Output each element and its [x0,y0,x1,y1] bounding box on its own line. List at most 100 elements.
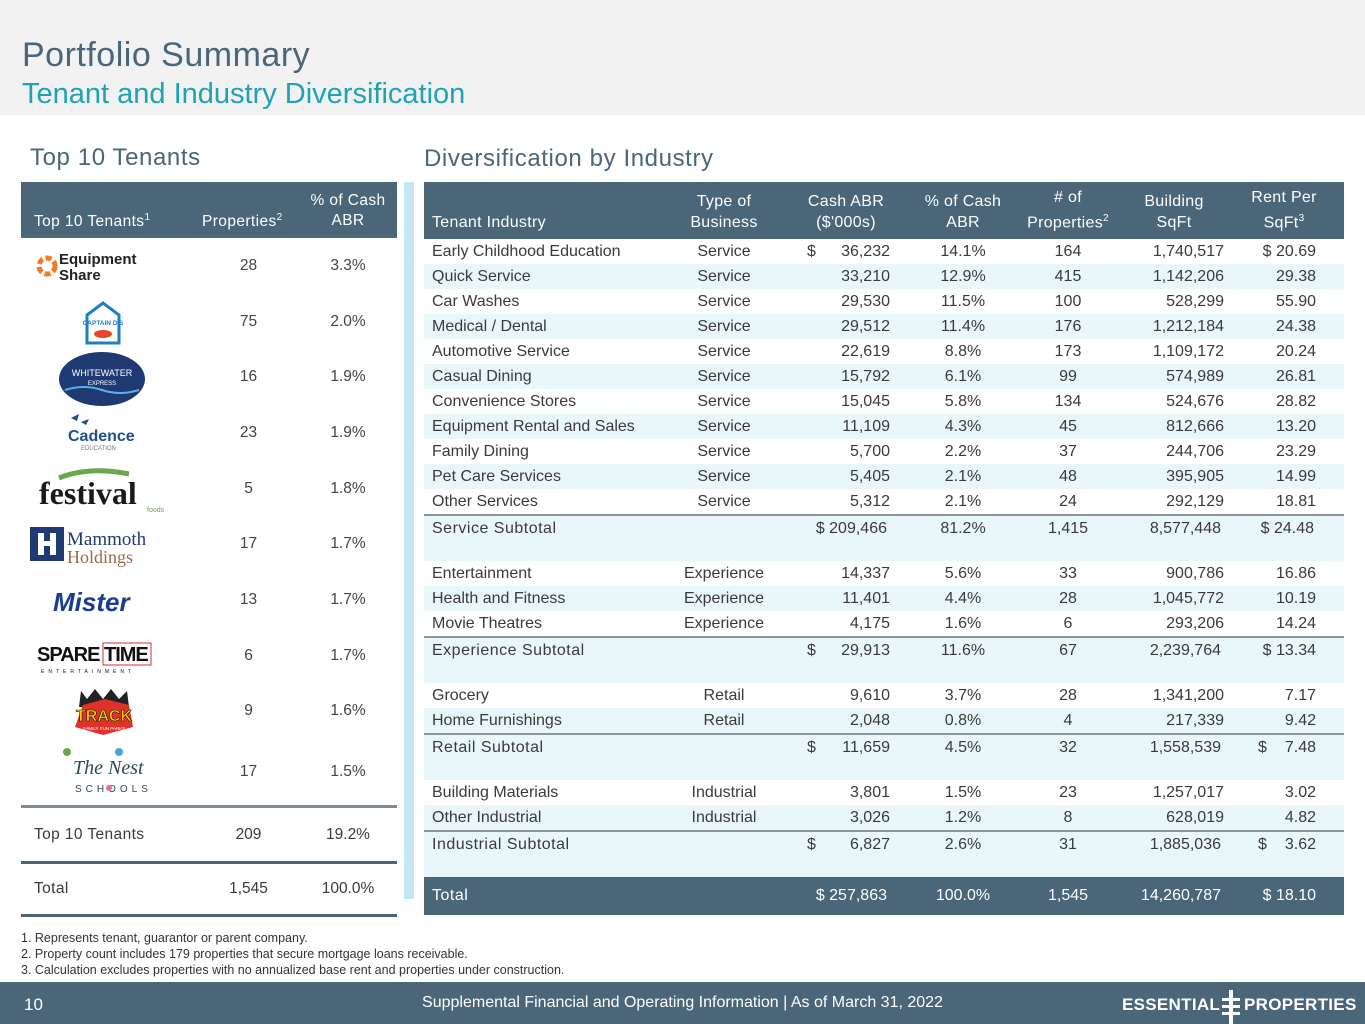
tenant-properties: 17 [239,763,258,781]
sqft-cell: 574,989 [1166,367,1224,385]
properties-cell: 28 [1059,589,1077,607]
col-props-header: # of Properties2 [1027,188,1109,231]
industrial-subtotal-row: Industrial Subtotal $ 6,827 2.6% 31 1,88… [424,830,1344,877]
tenant-properties: 23 [239,423,258,441]
table-row: Mammoth Holdings 17 1.7% [21,516,397,572]
brand-mark-icon [1222,990,1240,1024]
rent-cell: 24.38 [1275,317,1316,335]
pct-cell: 0.8% [944,711,982,729]
table-row: Casual Dining Service 15,792 6.1% 99 574,989 2… [424,364,1344,389]
industry-cell: Casual Dining [432,367,532,385]
properties-cell: 23 [1059,783,1077,801]
total-abr: 100.0% [321,880,375,898]
service-subtotal-row: Service Subtotal $ 209,466 81.2% 1,415 8… [424,514,1344,561]
abr-cell: 5,405 [849,467,890,485]
subtotal-currency: $ [807,836,816,853]
rent-cell: 7.17 [1284,686,1316,704]
brand-text-left: ESSENTIAL [1122,995,1221,1014]
total-abr: $ 257,863 [815,887,887,904]
industry-cell: Entertainment [432,564,532,582]
mammoth-holdings-logo: Mammoth Holdings [29,519,179,569]
table-row: Building Materials Industrial 3,801 1.5% 23 1… [424,780,1344,805]
pct-cell: 8.8% [944,342,982,360]
svg-text:Cadence: Cadence [68,428,135,445]
col-abr-header-1: % of Cash [310,192,386,209]
pct-cell: 3.7% [944,686,982,704]
rent-cell: $ 20.69 [1262,242,1316,260]
spare-time-logo: SPARE TIME ENTERTAINMENT [29,631,179,681]
total-label: Total [34,880,69,898]
industry-cell: Car Washes [432,292,520,310]
total-props: 1,545 [1047,887,1089,904]
type-cell: Service [697,442,751,460]
tenant-abr: 1.7% [330,535,366,553]
svg-text:festival: festival [39,475,137,511]
tenant-abr: 1.7% [330,646,366,664]
sqft-cell: 528,299 [1166,292,1224,310]
total-properties: 1,545 [229,880,268,898]
subtotal-pct: 4.5% [944,739,982,756]
rent-cell: 29.38 [1275,267,1316,285]
table-row: The Nest SCHOOLS 17 1.5% [21,739,397,805]
properties-cell: 100 [1054,292,1082,310]
sqft-cell: 217,339 [1166,711,1224,729]
industry-cell: Other Industrial [432,808,542,826]
table-row: Medical / Dental Service 29,512 11.4% 176 1,2… [424,314,1344,339]
properties-cell: 415 [1054,267,1082,285]
pct-cell: 11.4% [940,317,986,335]
subtotal-props: 31 [1059,836,1077,853]
abr-cell: 9,610 [849,686,890,704]
retail-subtotal-row: Retail Subtotal $ 11,659 4.5% 32 1,558,5… [424,733,1344,780]
type-cell: Service [697,342,751,360]
type-cell: Industrial [691,808,757,826]
type-cell: Experience [683,614,765,632]
table-row: Pet Care Services Service 5,405 2.1% 48 395,9… [424,464,1344,489]
properties-cell: 99 [1059,367,1077,385]
table-row: WHITEWATER EXPRESS 16 1.9% [21,349,397,407]
col-type-header: Type of Business [690,193,758,231]
festival-foods-logo: festival foods [29,464,179,514]
tenant-properties: 13 [239,590,258,608]
properties-cell: 24 [1059,492,1077,510]
subtotal-pct: 2.6% [944,836,982,853]
table-row: Family Dining Service 5,700 2.2% 37 244,706 23… [424,439,1344,464]
sqft-cell: 812,666 [1166,417,1224,435]
abr-cell: 11,401 [842,589,890,607]
type-cell: Service [697,242,751,260]
top10-abr: 19.2% [326,825,370,843]
tenant-abr: 3.3% [330,256,366,274]
the-track-logo: TRACK FAMILY FUN PARKS [29,687,179,737]
col-properties-header: Properties2 [202,212,283,231]
industry-cell: Pet Care Services [432,467,561,485]
rent-cell: 18.81 [1275,492,1316,510]
total-pct: 100.0% [935,887,991,904]
subtotal-currency: $ [807,739,816,756]
abr-cell: 5,700 [849,442,890,460]
table-row: Movie Theatres Experience 4,175 1.6% 6 293,20… [424,611,1344,636]
svg-text:Mister: Mister [53,587,131,617]
industry-cell: Other Services [432,492,538,510]
table-row: Health and Fitness Experience 11,401 4.4% 28… [424,586,1344,611]
type-cell: Service [697,467,751,485]
table-row: Car Washes Service 29,530 11.5% 100 528,299 55… [424,289,1344,314]
table-row: Grocery Retail 9,610 3.7% 28 1,341,200 7.17 [424,683,1344,708]
type-cell: Retail [703,686,745,704]
subtotal-rent: $ 13.34 [1262,642,1316,659]
abr-cell: 2,048 [849,711,890,729]
sqft-cell: 1,142,206 [1152,267,1224,285]
tenant-abr: 1.9% [330,368,366,386]
total-rent: $ 18.10 [1262,887,1316,904]
the-nest-schools-logo: The Nest SCHOOLS [29,742,179,802]
table-row: Quick Service Service 33,210 12.9% 415 1,142,… [424,264,1344,289]
rent-cell: 55.90 [1275,292,1316,310]
table-row: Entertainment Experience 14,337 5.6% 33 900,7… [424,561,1344,586]
sqft-cell: 1,341,200 [1152,686,1224,704]
properties-cell: 173 [1054,342,1082,360]
subtotal-abr: 29,913 [841,642,890,659]
abr-cell: 11,109 [842,417,890,435]
abr-cell: 5,312 [849,492,890,510]
industry-cell: Early Childhood Education [432,242,621,260]
pct-cell: 2.1% [944,467,982,485]
rent-cell: 14.24 [1275,614,1316,632]
rent-cell: 20.24 [1275,342,1316,360]
